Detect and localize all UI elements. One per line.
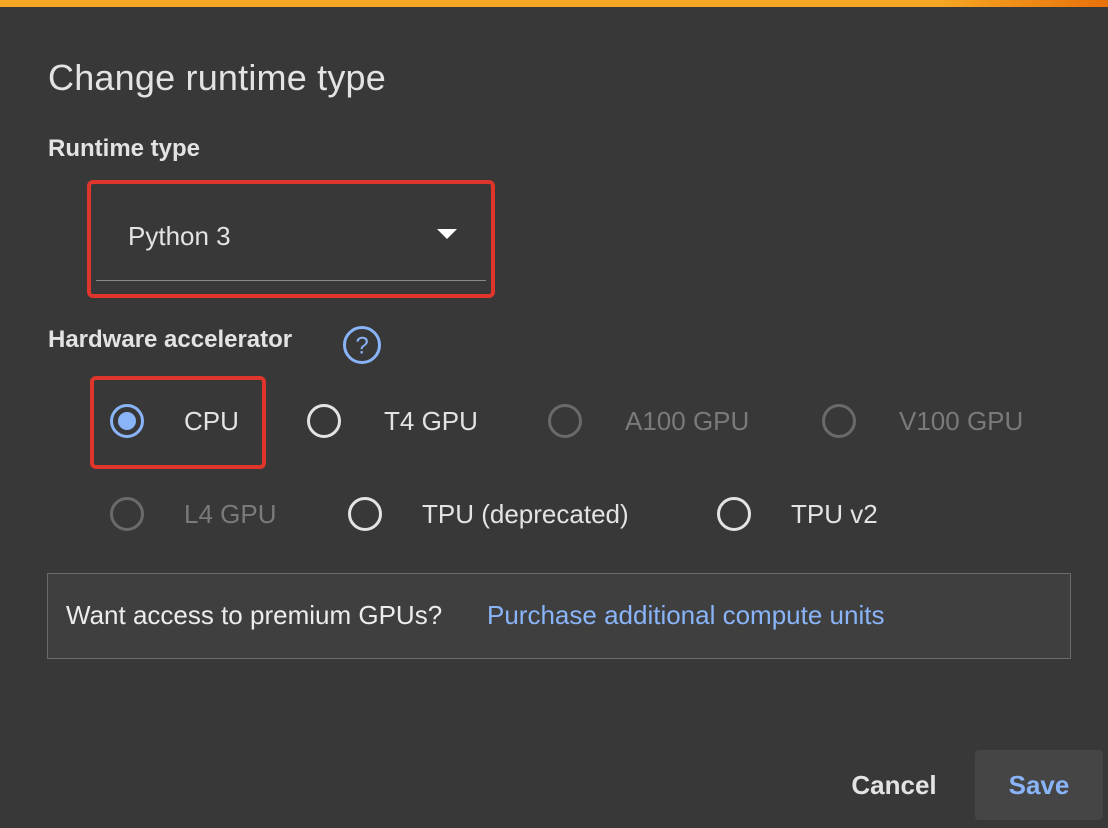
radio-unchecked-icon	[348, 497, 382, 531]
radio-option-label: TPU v2	[791, 498, 878, 529]
save-button[interactable]: Save	[975, 750, 1103, 820]
change-runtime-dialog: Change runtime type Runtime type Python …	[0, 7, 1108, 828]
radio-option-label: TPU (deprecated)	[422, 498, 629, 529]
radio-option-tpu-v2[interactable]: TPU v2	[717, 497, 878, 531]
highlight-box-cpu	[90, 376, 266, 469]
radio-option-label: A100 GPU	[625, 405, 750, 436]
hardware-accelerator-label: Hardware accelerator	[48, 326, 293, 353]
radio-unchecked-icon	[717, 497, 751, 531]
radio-option-label: T4 GPU	[384, 405, 478, 436]
radio-option-t4-gpu[interactable]: T4 GPU	[307, 404, 478, 438]
radio-unchecked-icon	[110, 497, 144, 531]
radio-option-label: V100 GPU	[899, 405, 1024, 436]
radio-option-a100-gpu: A100 GPU	[548, 404, 749, 438]
cancel-button[interactable]: Cancel	[836, 751, 952, 819]
purchase-compute-units-link[interactable]: Purchase additional compute units	[487, 600, 884, 631]
runtime-type-label: Runtime type	[48, 135, 201, 162]
premium-gpu-banner: Want access to premium GPUs? Purchase ad…	[47, 573, 1071, 659]
radio-option-l4-gpu: L4 GPU	[110, 497, 277, 531]
highlight-box-runtime	[87, 180, 495, 298]
premium-gpu-text: Want access to premium GPUs?	[66, 600, 443, 630]
help-circle-icon[interactable]: ?	[342, 325, 382, 365]
radio-unchecked-icon	[548, 404, 582, 438]
dialog-title: Change runtime type	[48, 57, 386, 98]
top-accent-bar	[0, 0, 1108, 7]
radio-unchecked-icon	[822, 404, 856, 438]
radio-option-v100-gpu: V100 GPU	[822, 404, 1023, 438]
radio-unchecked-icon	[307, 404, 341, 438]
radio-option-tpu-deprecated[interactable]: TPU (deprecated)	[348, 497, 629, 531]
radio-option-label: L4 GPU	[184, 498, 277, 529]
svg-text:?: ?	[355, 333, 368, 360]
